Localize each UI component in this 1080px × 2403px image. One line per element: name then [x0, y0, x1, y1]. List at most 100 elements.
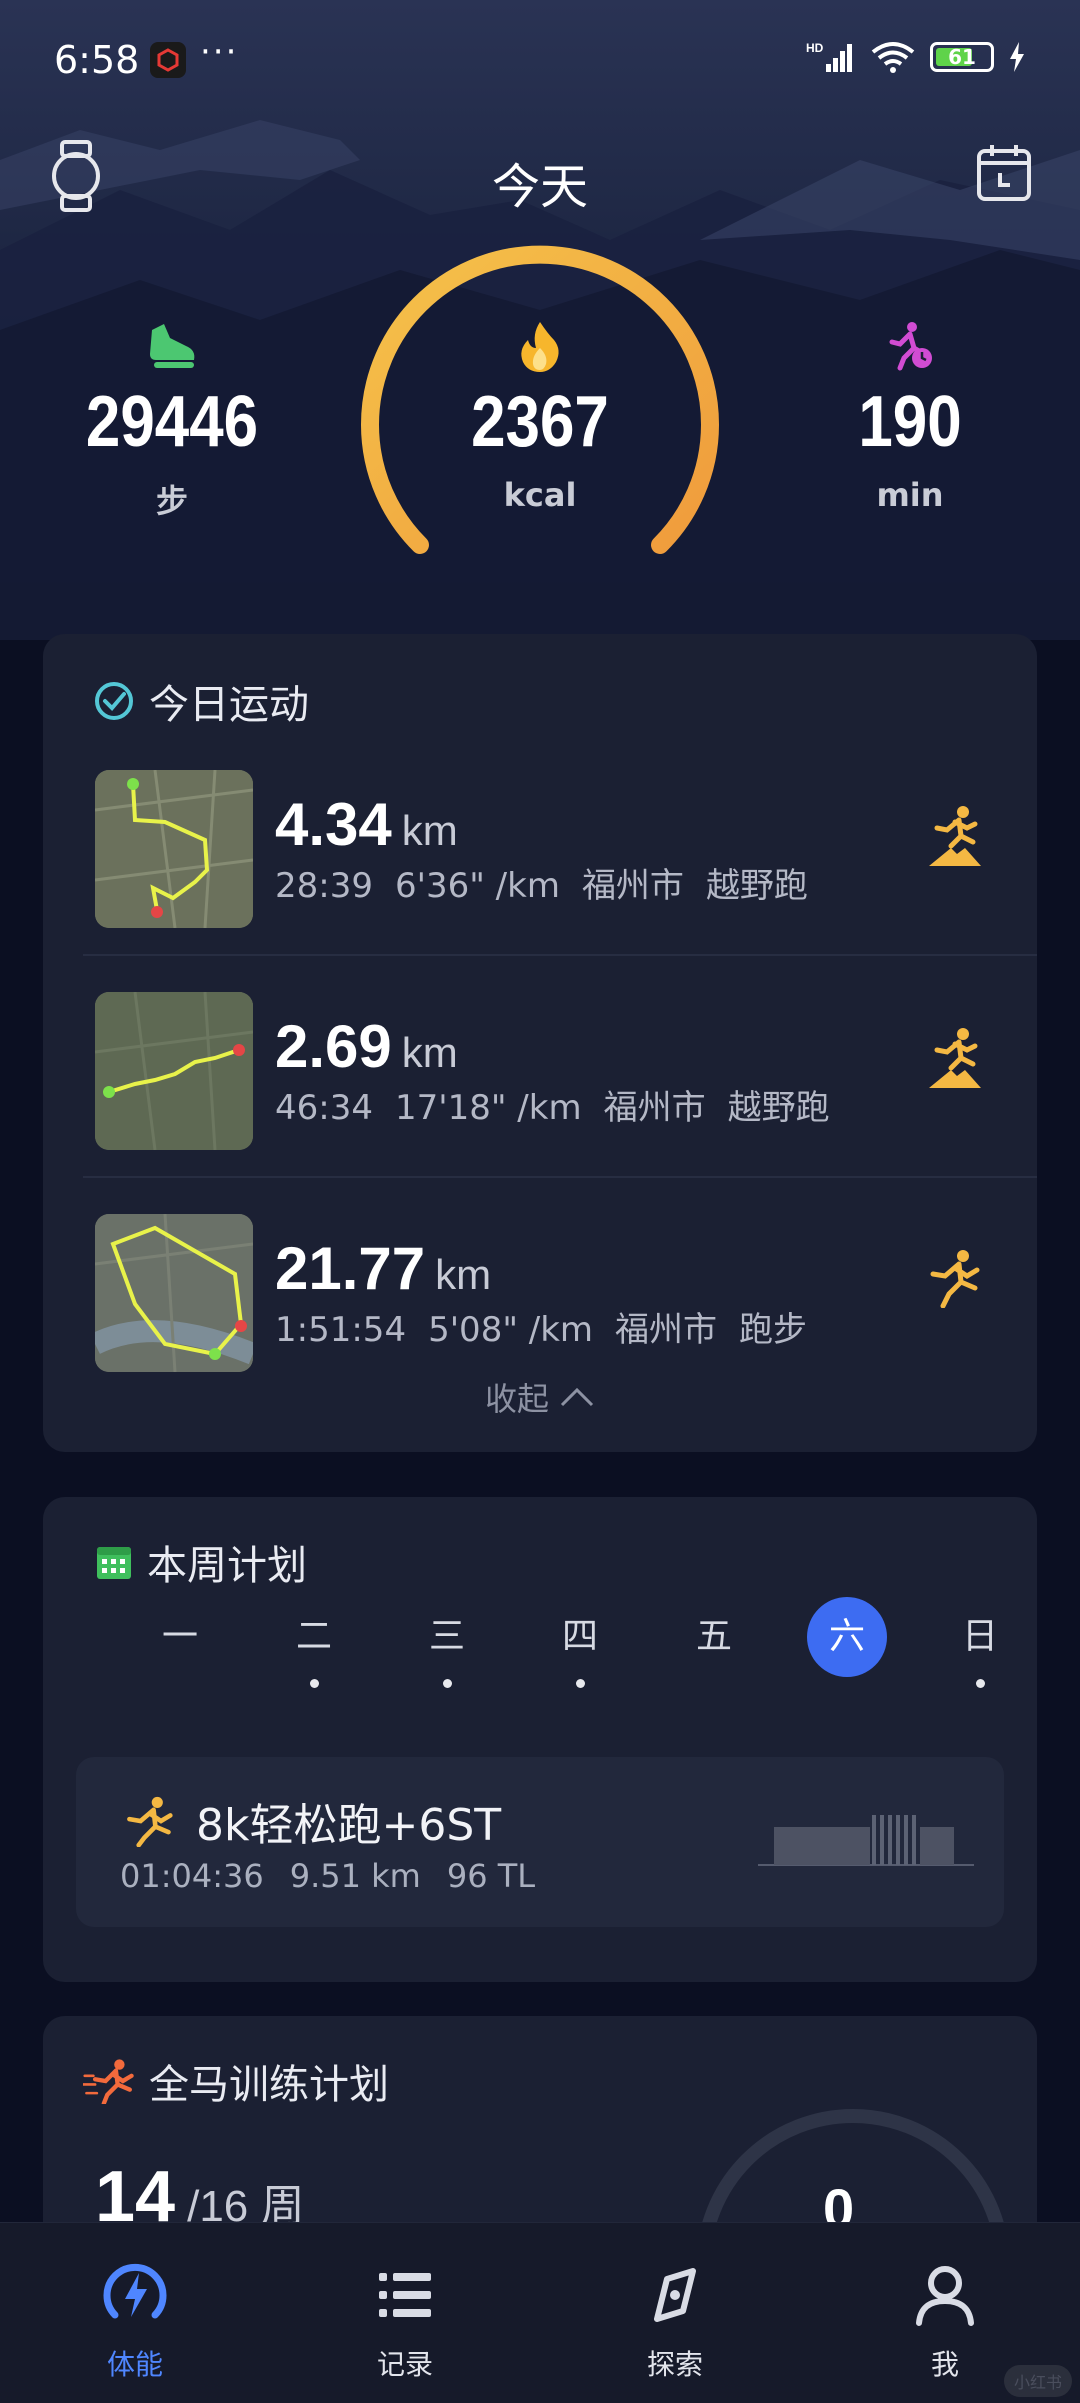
collapse-button[interactable]: 收起: [43, 1374, 1037, 1420]
workout-item[interactable]: 4.34 km 28:39 6'36" /km 福州市 越野跑: [43, 734, 1037, 956]
day-saturday[interactable]: 六: [807, 1597, 887, 1677]
route-map-thumbnail: [95, 1214, 253, 1372]
workout-location: 福州市: [603, 1088, 706, 1128]
check-circle-icon: [95, 682, 133, 720]
today-workouts-title: 今日运动: [149, 682, 309, 728]
watermark: 小红书: [1003, 2365, 1072, 2397]
wifi-icon: [871, 42, 915, 73]
workout-distance: 2.69 km: [275, 1012, 458, 1081]
workout-item[interactable]: 2.69 km 46:34 17'18" /km 福州市 越野跑: [43, 956, 1037, 1178]
workout-location: 福州市: [581, 866, 684, 906]
today-workouts-header: 今日运动: [93, 672, 309, 730]
nav-label: 探索: [646, 2348, 703, 2381]
workout-type: 越野跑: [705, 866, 808, 906]
svg-text:HD: HD: [806, 41, 824, 55]
calories-stat[interactable]: 2367 kcal: [420, 320, 660, 514]
shoe-icon: [150, 324, 195, 368]
status-indicators: HD 61: [806, 40, 1026, 74]
nav-label: 体能: [106, 2348, 163, 2381]
week-plan-title: 本周计划: [147, 1543, 307, 1589]
plan-workout-item[interactable]: 8k轻松跑+6ST 01:04:36 9.51 km 96 TL: [76, 1757, 1004, 1927]
workout-distance: 21.77 km: [275, 1234, 491, 1303]
status-time: 6:58: [54, 38, 140, 82]
plan-dot: [976, 1679, 985, 1688]
distance-value: 2.69: [275, 1013, 392, 1080]
workout-duration: 1:51:54: [275, 1310, 407, 1350]
flame-icon: [521, 322, 559, 372]
steps-value: 29446: [85, 382, 259, 462]
minutes-stat[interactable]: 190 min: [790, 320, 1030, 514]
day-label: 二: [295, 1616, 332, 1657]
workout-meta: 46:34 17'18" /km 福州市 越野跑: [275, 1080, 852, 1129]
workout-pace: 5'08" /km: [428, 1310, 594, 1350]
plan-dot: [576, 1679, 585, 1688]
workout-meta: 28:39 6'36" /km 福州市 越野跑: [275, 858, 830, 907]
bottom-navigation: 体能 记录 探索 我 小红书: [0, 2222, 1080, 2403]
charging-icon: [1010, 42, 1024, 72]
day-label: 六: [828, 1616, 865, 1657]
day-label: 三: [428, 1616, 465, 1657]
day-monday[interactable]: 一: [140, 1597, 220, 1677]
route-map-thumbnail: [95, 992, 253, 1150]
nav-records[interactable]: 记录: [325, 2261, 485, 2383]
person-icon: [916, 2266, 974, 2326]
app-notification-icon: [150, 42, 186, 78]
trail-run-icon: [925, 804, 983, 872]
day-label: 四: [561, 1616, 598, 1657]
collapse-label: 收起: [484, 1380, 549, 1418]
marathon-plan-title: 全马训练计划: [149, 2062, 389, 2108]
status-bar: 6:58 ··· HD 61: [0, 0, 1080, 120]
marathon-plan-header: 全马训练计划: [83, 2052, 389, 2110]
minutes-unit: min: [876, 476, 944, 514]
distance-unit: km: [401, 1029, 458, 1076]
nav-label: 记录: [376, 2348, 433, 2381]
nav-explore[interactable]: 探索: [595, 2261, 755, 2383]
plan-workout-name: 8k轻松跑+6ST: [196, 1800, 502, 1851]
workout-meta: 1:51:54 5'08" /km 福州市 跑步: [275, 1302, 829, 1351]
overflow-icon: ···: [200, 32, 239, 72]
plan-load: 96 TL: [446, 1857, 536, 1895]
plan-distance: 9.51 km: [289, 1857, 421, 1895]
day-tuesday[interactable]: 二: [274, 1597, 354, 1688]
plan-dot: [443, 1679, 452, 1688]
minutes-value: 190: [858, 382, 962, 462]
lightning-icon: [103, 2263, 167, 2319]
battery-level: 61: [948, 45, 976, 69]
workout-duration: 46:34: [275, 1088, 373, 1128]
nav-profile[interactable]: 我: [865, 2261, 1025, 2383]
workout-location: 福州市: [615, 1310, 718, 1350]
plan-duration: 01:04:36: [120, 1857, 264, 1895]
nav-fitness[interactable]: 体能: [55, 2261, 215, 2383]
workout-type: 跑步: [739, 1310, 808, 1350]
list-icon: [379, 2273, 431, 2317]
day-friday[interactable]: 五: [674, 1597, 754, 1677]
distance-unit: km: [401, 807, 458, 854]
signal-icon: HD: [806, 41, 852, 72]
steps-stat[interactable]: 29446 步: [52, 320, 292, 522]
workout-duration: 28:39: [275, 866, 373, 906]
calories-unit: kcal: [503, 476, 577, 514]
header: 今天: [0, 135, 1080, 215]
battery-icon: 61: [930, 42, 994, 72]
day-thursday[interactable]: 四: [540, 1597, 620, 1688]
weekday-selector: 一 二 三 四 五 六 日: [43, 1597, 1037, 1697]
day-label: 五: [695, 1616, 732, 1657]
workout-pace: 17'18" /km: [394, 1088, 582, 1128]
distance-unit: km: [435, 1251, 492, 1298]
day-label: 一: [161, 1616, 198, 1657]
plan-workout-meta: 01:04:36 9.51 km 96 TL: [120, 1857, 561, 1895]
week-plan-header: 本周计划: [95, 1533, 307, 1591]
day-sunday[interactable]: 日: [940, 1597, 1020, 1688]
running-icon: [120, 1795, 176, 1851]
workout-item[interactable]: 21.77 km 1:51:54 5'08" /km 福州市 跑步: [43, 1178, 1037, 1400]
day-wednesday[interactable]: 三: [407, 1597, 487, 1688]
marathon-runner-icon: [83, 2059, 134, 2104]
calendar-icon[interactable]: [976, 143, 1032, 207]
daily-stats: 29446 步 2367 kcal 190 min: [0, 240, 1080, 570]
distance-value: 21.77: [275, 1235, 426, 1302]
workout-structure-chart: [758, 1815, 974, 1866]
workout-type: 越野跑: [727, 1088, 830, 1128]
compass-icon: [654, 2268, 696, 2322]
page-title: 今天: [491, 159, 588, 215]
route-map-thumbnail: [95, 770, 253, 928]
